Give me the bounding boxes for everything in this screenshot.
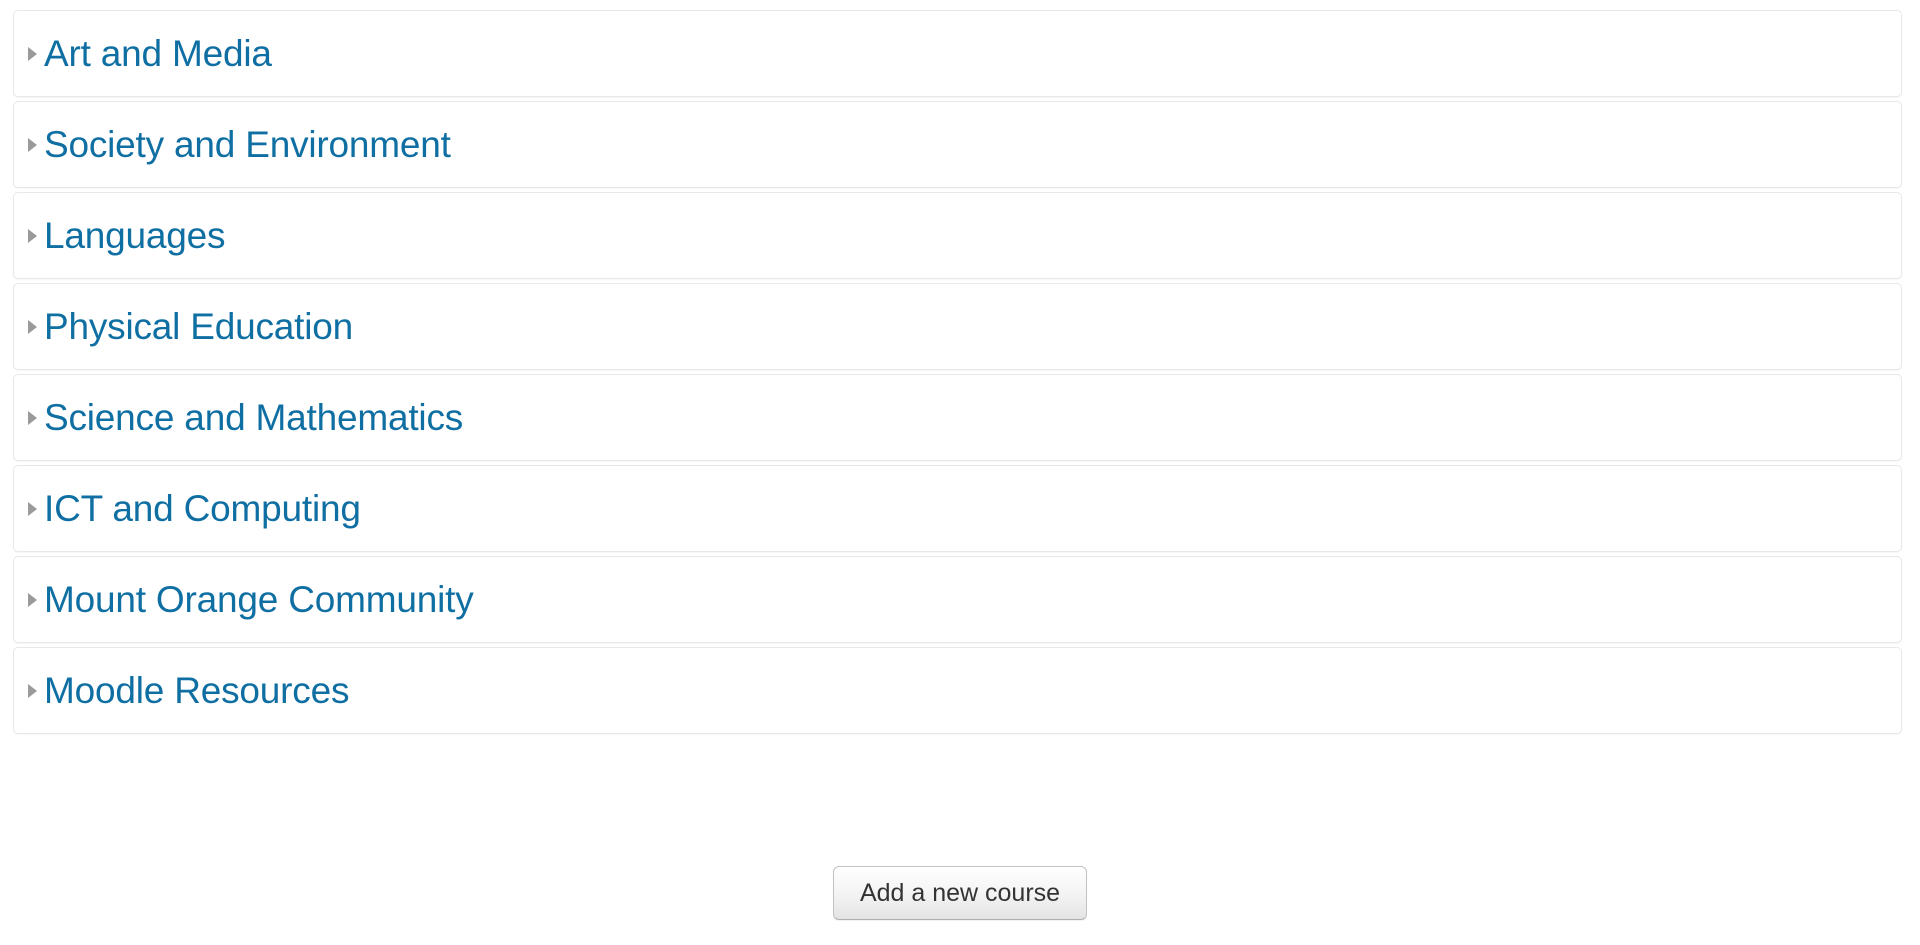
category-link-art-and-media[interactable]: Art and Media: [44, 32, 272, 76]
triangle-right-icon[interactable]: [26, 226, 38, 246]
category-card-physical-education[interactable]: Physical Education: [13, 283, 1902, 370]
triangle-right-icon[interactable]: [26, 408, 38, 428]
add-course-button-row: Add a new course: [0, 866, 1920, 920]
category-card-ict-and-computing[interactable]: ICT and Computing: [13, 465, 1902, 552]
category-card-science-and-mathematics[interactable]: Science and Mathematics: [13, 374, 1902, 461]
triangle-right-icon[interactable]: [26, 590, 38, 610]
category-link-mount-orange-community[interactable]: Mount Orange Community: [44, 578, 474, 622]
category-card-languages[interactable]: Languages: [13, 192, 1902, 279]
add-new-course-button[interactable]: Add a new course: [832, 866, 1088, 920]
category-link-moodle-resources[interactable]: Moodle Resources: [44, 669, 349, 713]
course-category-list: Art and Media Society and Environment La…: [13, 10, 1902, 734]
category-link-physical-education[interactable]: Physical Education: [44, 305, 353, 349]
triangle-right-icon[interactable]: [26, 44, 38, 64]
category-link-society-and-environment[interactable]: Society and Environment: [44, 123, 451, 167]
category-link-ict-and-computing[interactable]: ICT and Computing: [44, 487, 361, 531]
triangle-right-icon[interactable]: [26, 135, 38, 155]
category-card-moodle-resources[interactable]: Moodle Resources: [13, 647, 1902, 734]
category-link-languages[interactable]: Languages: [44, 214, 226, 258]
triangle-right-icon[interactable]: [26, 499, 38, 519]
category-card-society-and-environment[interactable]: Society and Environment: [13, 101, 1902, 188]
triangle-right-icon[interactable]: [26, 317, 38, 337]
category-link-science-and-mathematics[interactable]: Science and Mathematics: [44, 396, 463, 440]
category-card-mount-orange-community[interactable]: Mount Orange Community: [13, 556, 1902, 643]
triangle-right-icon[interactable]: [26, 681, 38, 701]
category-card-art-and-media[interactable]: Art and Media: [13, 10, 1902, 97]
